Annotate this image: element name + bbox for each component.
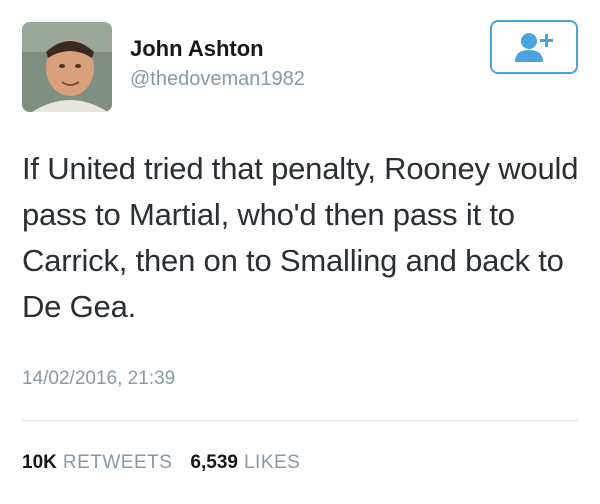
avatar-photo bbox=[22, 22, 112, 112]
divider bbox=[22, 420, 578, 421]
follow-user-icon bbox=[515, 33, 553, 62]
author-name[interactable]: John Ashton bbox=[130, 36, 264, 62]
tweet-stats: 10K RETWEETS 6,539 LIKES bbox=[22, 452, 318, 474]
author-handle[interactable]: @thedoveman1982 bbox=[130, 68, 305, 91]
tweet-timestamp[interactable]: 14/02/2016, 21:39 bbox=[22, 368, 175, 390]
retweets-count: 10K bbox=[22, 452, 57, 473]
avatar[interactable] bbox=[22, 22, 112, 112]
retweets-stat[interactable]: 10K RETWEETS bbox=[22, 452, 172, 474]
tweet-text: If United tried that penalty, Rooney wou… bbox=[22, 151, 579, 324]
retweets-label: RETWEETS bbox=[62, 452, 173, 473]
likes-stat[interactable]: 6,539 LIKES bbox=[190, 452, 300, 474]
follow-button[interactable] bbox=[490, 20, 578, 74]
likes-label: LIKES bbox=[243, 452, 301, 473]
tweet-card: John Ashton @thedoveman1982 If United tr… bbox=[0, 0, 600, 504]
likes-count: 6,539 bbox=[190, 452, 238, 473]
